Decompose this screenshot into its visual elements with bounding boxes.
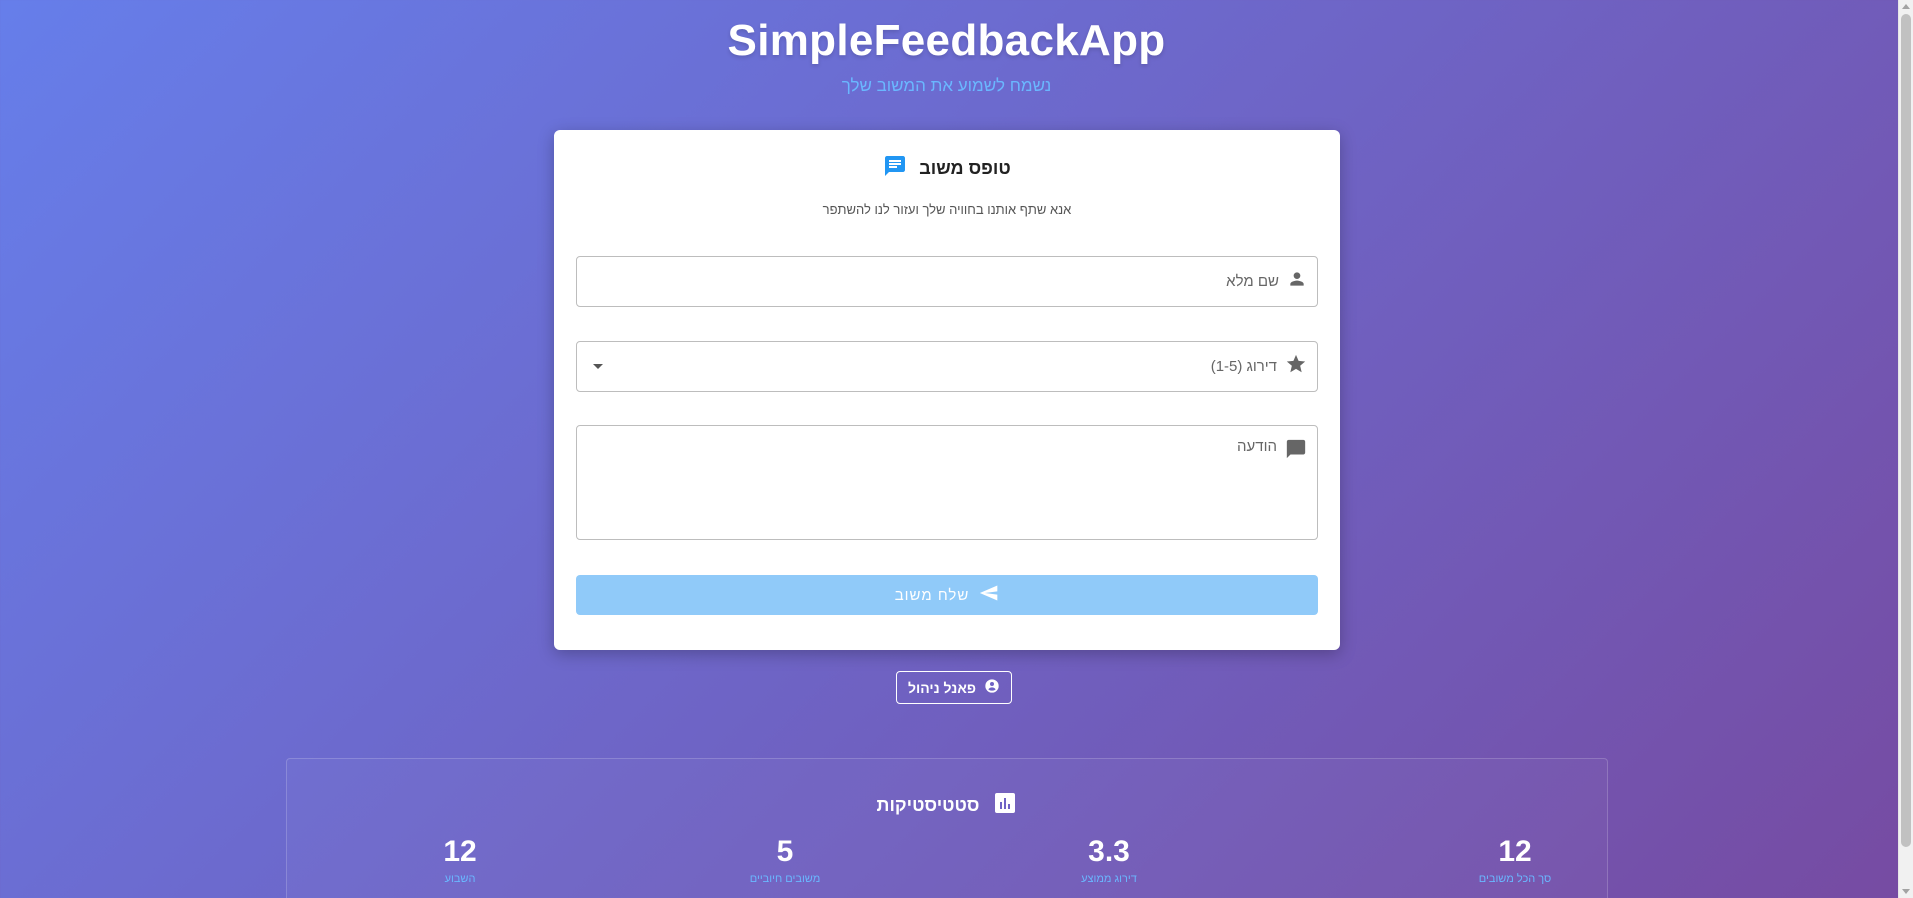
form-title: טופס משוב bbox=[919, 158, 1011, 178]
rating-label: דירוג (1-5) bbox=[1210, 358, 1277, 375]
admin-shield-icon bbox=[984, 678, 1000, 697]
person-icon bbox=[1287, 269, 1307, 294]
stat-value: 5 bbox=[776, 835, 794, 868]
rating-select[interactable]: דירוג (1-5) bbox=[576, 341, 1318, 392]
statistics-panel: סטטיסטיקות 12 סך הכל משובים 3.3 דירוג ממ… bbox=[286, 758, 1608, 898]
stat-label: דירוג ממוצע bbox=[1081, 873, 1137, 885]
stat-total-feedback: 12 סך הכל משובים bbox=[1435, 835, 1595, 886]
app-title: SimpleFeedbackApp bbox=[727, 16, 1166, 65]
feedback-icon bbox=[883, 154, 907, 183]
stat-label: השבוע bbox=[444, 873, 476, 885]
send-icon bbox=[979, 583, 999, 607]
star-icon bbox=[1285, 353, 1307, 380]
message-icon bbox=[1285, 438, 1307, 465]
form-header: טופס משוב bbox=[554, 154, 1340, 183]
page: SimpleFeedbackApp נשמח לשמוע את המשוב של… bbox=[0, 0, 1898, 898]
stat-positive-feedback: 5 משובים חיוביים bbox=[705, 835, 865, 886]
scrollbar-thumb[interactable] bbox=[1901, 14, 1911, 847]
stat-label: משובים חיוביים bbox=[749, 873, 821, 885]
feedback-form-card: טופס משוב אנא שתף אותנו בחוויה שלך ועזור… bbox=[554, 130, 1340, 650]
app-subtitle: נשמח לשמוע את המשוב שלך bbox=[841, 76, 1052, 95]
scroll-down-arrow-icon[interactable] bbox=[1902, 889, 1910, 894]
admin-panel-button[interactable]: פאנל ניהול bbox=[896, 671, 1012, 704]
stat-value: 12 bbox=[443, 835, 477, 868]
statistics-header: סטטיסטיקות bbox=[287, 791, 1607, 820]
message-textarea[interactable]: הודעה bbox=[576, 425, 1318, 540]
scroll-up-arrow-icon[interactable] bbox=[1902, 4, 1910, 9]
form-description: אנא שתף אותנו בחוויה שלך ועזור לנו להשתפ… bbox=[822, 202, 1072, 217]
stat-value: 3.3 bbox=[1088, 835, 1130, 868]
full-name-input[interactable]: שם מלא bbox=[576, 256, 1318, 307]
submit-feedback-button[interactable]: שלח משוב bbox=[576, 575, 1318, 615]
stat-this-week: 12 השבוע bbox=[380, 835, 540, 886]
message-label: הודעה bbox=[1237, 438, 1277, 455]
statistics-title: סטטיסטיקות bbox=[876, 795, 980, 815]
full-name-label: שם מלא bbox=[1226, 273, 1279, 290]
chevron-down-icon[interactable] bbox=[593, 364, 603, 369]
stat-label: סך הכל משובים bbox=[1478, 873, 1552, 885]
stat-average-rating: 3.3 דירוג ממוצע bbox=[1029, 835, 1189, 886]
stat-value: 12 bbox=[1498, 835, 1532, 868]
admin-panel-label: פאנל ניהול bbox=[908, 679, 976, 696]
vertical-scrollbar[interactable] bbox=[1898, 0, 1913, 898]
bar-chart-icon bbox=[993, 791, 1017, 820]
submit-label: שלח משוב bbox=[894, 586, 970, 604]
